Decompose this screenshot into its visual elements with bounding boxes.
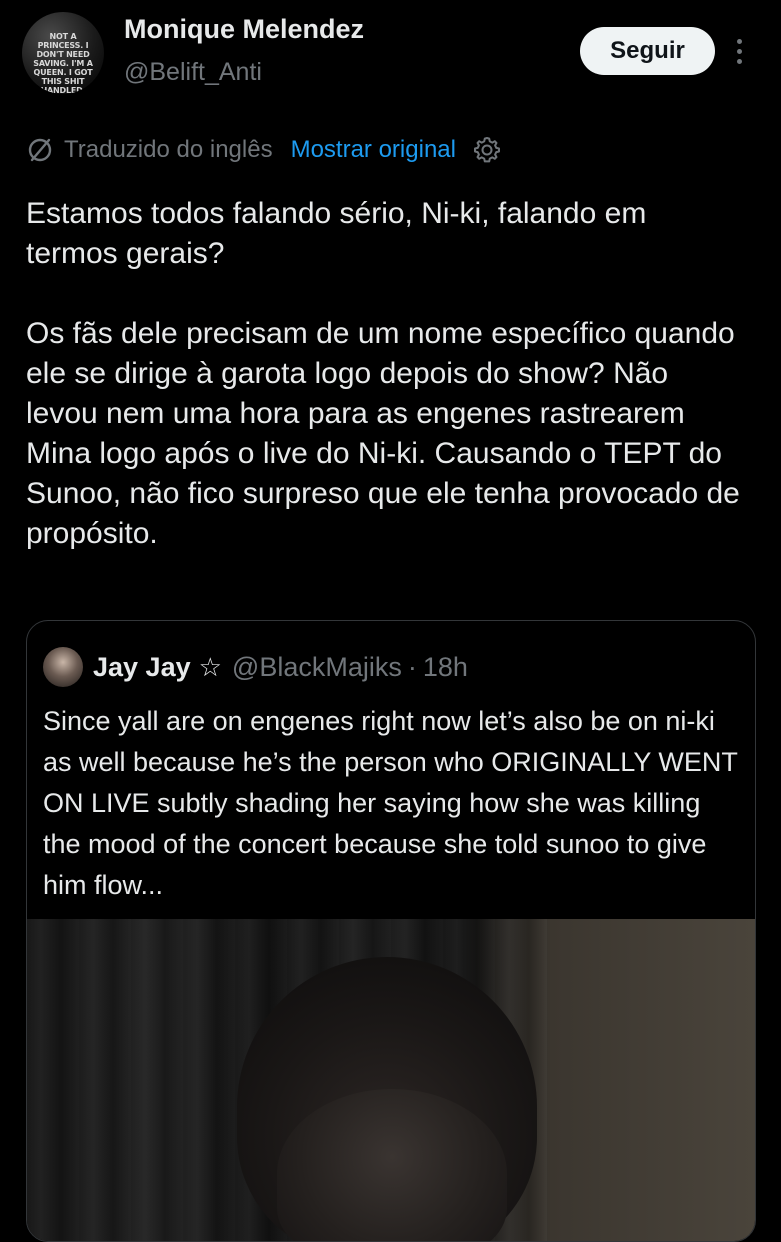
- tweet-text: Estamos todos falando sério, Ni-ki, fala…: [26, 194, 746, 554]
- author-display-name[interactable]: Monique Melendez: [124, 14, 364, 45]
- follow-button[interactable]: Seguir: [580, 27, 715, 75]
- author-avatar[interactable]: NOT A PRINCESS. I DON'T NEED SAVING. I'M…: [22, 12, 104, 94]
- quoted-author-name: Jay Jay: [93, 651, 191, 682]
- author-handle[interactable]: @Belift_Anti: [124, 58, 262, 87]
- quoted-tweet-text: Since yall are on engenes right now let’…: [43, 706, 738, 900]
- star-icon: ☆: [198, 651, 222, 682]
- translation-bar: Traduzido do inglês Mostrar original: [26, 132, 502, 168]
- translated-label: Traduzido do inglês: [64, 136, 273, 163]
- avatar-text: NOT A PRINCESS. I DON'T NEED SAVING. I'M…: [33, 32, 93, 94]
- quoted-tweet-card[interactable]: Jay Jay ☆ @BlackMajiks · 18h Since yall …: [26, 620, 756, 1242]
- tweet-paragraph: Estamos todos falando sério, Ni-ki, fala…: [26, 197, 647, 270]
- tweet-header: NOT A PRINCESS. I DON'T NEED SAVING. I'M…: [0, 0, 781, 110]
- quoted-author-avatar: [43, 647, 83, 687]
- show-original-link[interactable]: Mostrar original: [291, 136, 456, 164]
- more-dots-icon[interactable]: [726, 30, 752, 72]
- tweet-paragraph: Os fãs dele precisam de um nome específi…: [26, 317, 740, 550]
- translate-icon: [28, 138, 52, 162]
- quoted-tweet-header: Jay Jay ☆ @BlackMajiks · 18h: [43, 647, 468, 687]
- quoted-tweet-time: 18h: [422, 651, 468, 682]
- gear-icon[interactable]: [472, 135, 502, 165]
- separator-dot: ·: [407, 651, 417, 682]
- quoted-author-handle: @BlackMajiks: [231, 651, 402, 682]
- quoted-tweet-media[interactable]: [27, 919, 755, 1241]
